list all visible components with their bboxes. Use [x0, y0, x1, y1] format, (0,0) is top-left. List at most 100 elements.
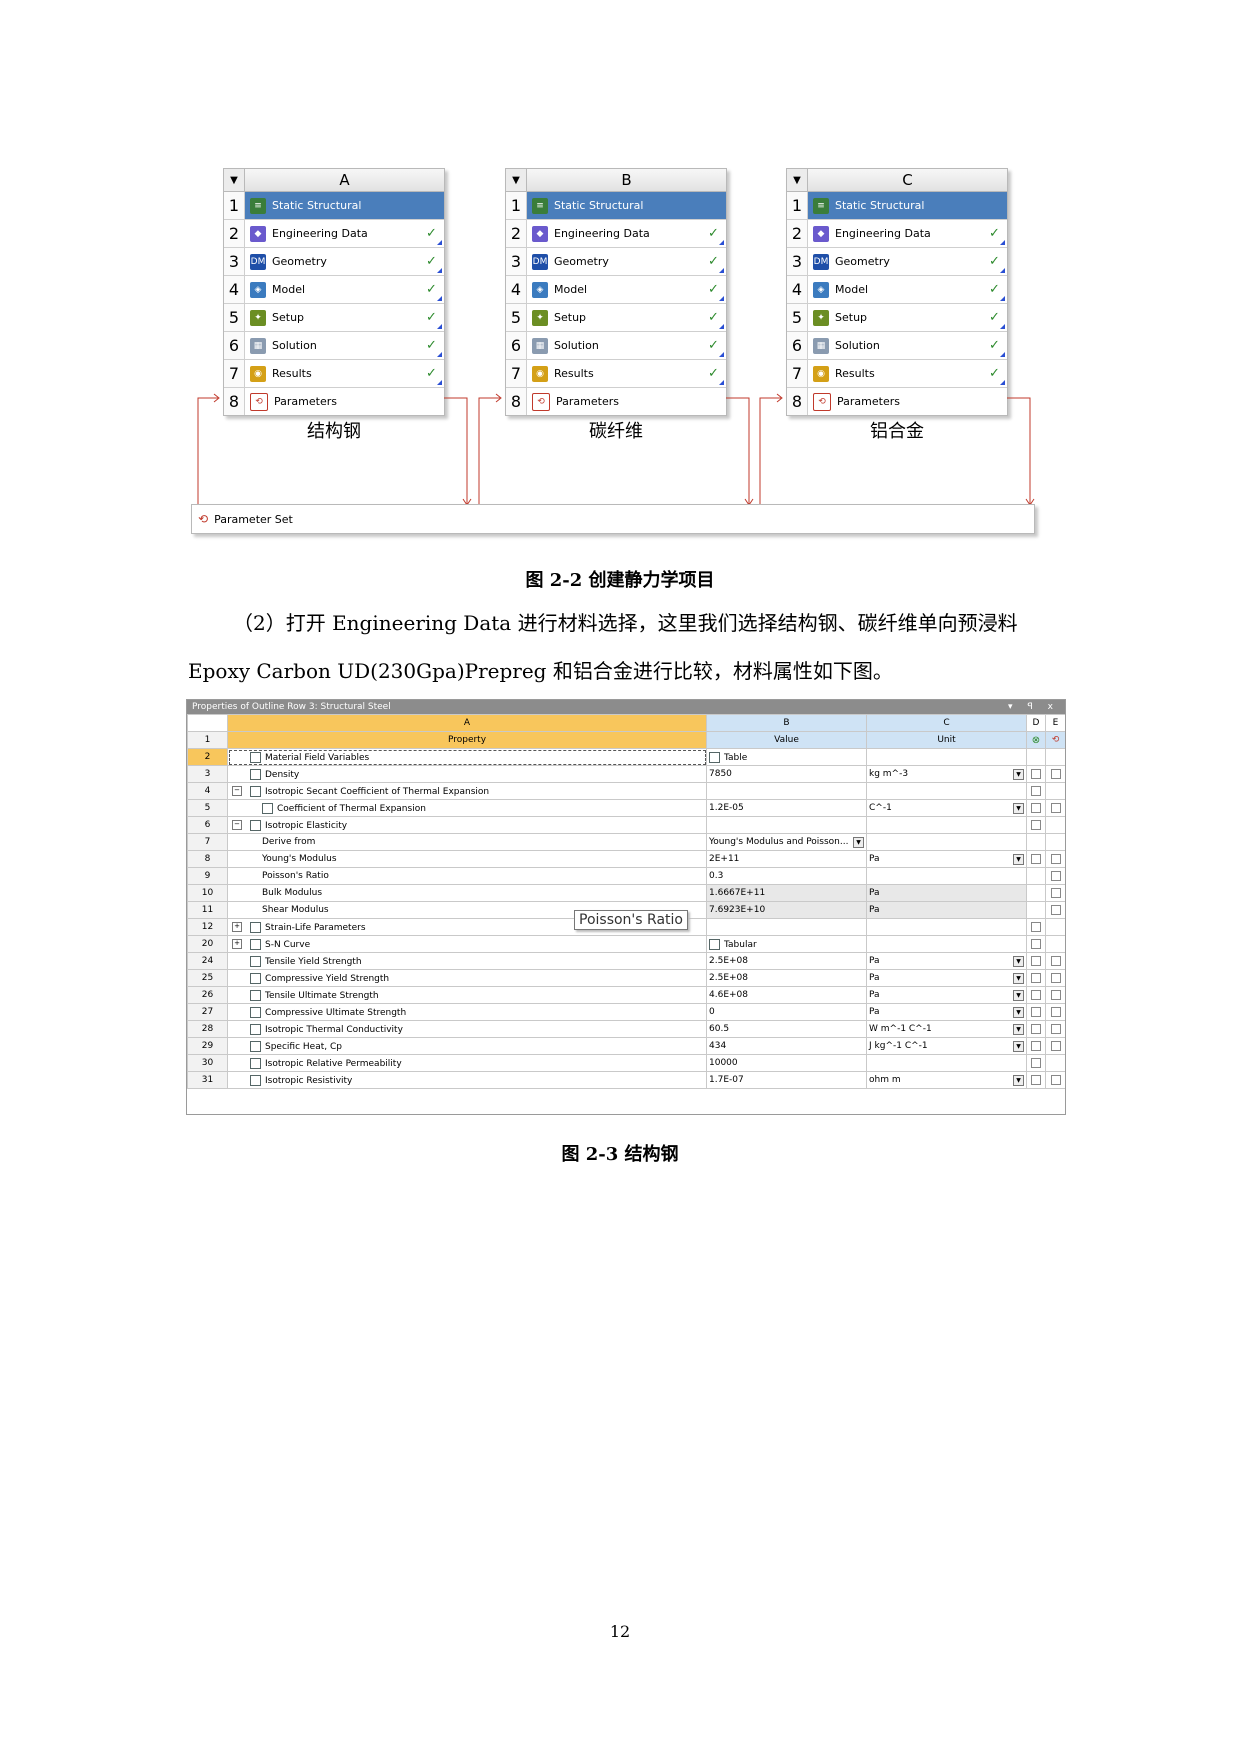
- panel-controls[interactable]: ▾ ꟼ x: [1008, 702, 1059, 712]
- table-row[interactable]: 30 Isotropic Relative Permeability 10000: [187, 1054, 1065, 1072]
- unit-dropdown-icon[interactable]: ▼: [1013, 1074, 1024, 1086]
- unit-cell[interactable]: W m^-1 C^-1 ▼: [866, 1020, 1027, 1038]
- unit-cell[interactable]: Pa: [866, 901, 1027, 919]
- parameter-checkbox[interactable]: [1050, 853, 1061, 864]
- value-cell[interactable]: 2.5E+08: [706, 952, 867, 970]
- column-d-cell[interactable]: [1026, 1037, 1046, 1055]
- property-cell[interactable]: Tensile Yield Strength: [227, 952, 707, 970]
- variable-checkbox[interactable]: [1031, 1006, 1041, 1017]
- column-e-cell[interactable]: [1045, 1020, 1065, 1038]
- unit-cell[interactable]: Pa ▼: [866, 986, 1027, 1004]
- variable-checkbox[interactable]: [1031, 921, 1041, 932]
- property-cell[interactable]: Derive from: [227, 833, 707, 851]
- table-row[interactable]: 4− Isotropic Secant Coefficient of Therma…: [187, 782, 1065, 800]
- unit-dropdown-icon[interactable]: ▼: [1013, 989, 1024, 1001]
- unit-dropdown-icon[interactable]: ▼: [1013, 802, 1024, 814]
- column-d-cell[interactable]: [1026, 1020, 1046, 1038]
- unit-cell[interactable]: [866, 748, 1027, 766]
- value-cell[interactable]: 0: [706, 1003, 867, 1021]
- column-d-cell[interactable]: [1026, 1071, 1046, 1089]
- property-cell[interactable]: Tensile Ultimate Strength: [227, 986, 707, 1004]
- property-cell[interactable]: Density: [227, 765, 707, 783]
- parameter-checkbox[interactable]: [1050, 1023, 1061, 1034]
- parameter-checkbox[interactable]: [1050, 955, 1061, 966]
- parameter-checkbox[interactable]: [1050, 1040, 1061, 1051]
- variable-checkbox[interactable]: [1031, 768, 1041, 779]
- variable-checkbox[interactable]: [1031, 819, 1041, 830]
- unit-cell[interactable]: [866, 1054, 1027, 1072]
- property-cell[interactable]: − Isotropic Secant Coefficient of Thermal…: [227, 782, 707, 800]
- property-value[interactable]: 0.3: [709, 871, 723, 881]
- property-cell[interactable]: Isotropic Thermal Conductivity: [227, 1020, 707, 1038]
- column-d-cell[interactable]: [1026, 1003, 1046, 1021]
- value-cell[interactable]: 7.6923E+10: [706, 901, 867, 919]
- unit-dropdown-icon[interactable]: ▼: [1013, 955, 1024, 967]
- expand-toggle-icon[interactable]: −: [232, 820, 242, 830]
- property-cell[interactable]: Material Field Variables: [227, 748, 707, 766]
- unit-dropdown-icon[interactable]: ▼: [1013, 853, 1024, 865]
- property-value[interactable]: 7.6923E+10: [709, 905, 765, 915]
- column-d-cell[interactable]: [1026, 799, 1046, 817]
- table-row[interactable]: 24 Tensile Yield Strength 2.5E+08 Pa ▼: [187, 952, 1065, 970]
- value-cell[interactable]: [706, 782, 867, 800]
- table-row[interactable]: 7 Derive from Young's Modulus and Poisson.…: [187, 833, 1065, 851]
- column-d-cell[interactable]: [1026, 782, 1046, 800]
- property-cell[interactable]: Coefficient of Thermal Expansion: [227, 799, 707, 817]
- column-e-cell[interactable]: [1045, 799, 1065, 817]
- value-cell[interactable]: 434: [706, 1037, 867, 1055]
- table-row[interactable]: 8 Young's Modulus 2E+11 Pa ▼: [187, 850, 1065, 868]
- column-d-header[interactable]: D: [1026, 714, 1046, 732]
- property-value[interactable]: 0: [709, 1007, 715, 1017]
- property-value[interactable]: Table: [724, 753, 747, 763]
- unit-cell[interactable]: [866, 782, 1027, 800]
- value-cell[interactable]: Tabular: [706, 935, 867, 953]
- table-row[interactable]: 25 Compressive Yield Strength 2.5E+08 Pa ▼: [187, 969, 1065, 987]
- column-a-header[interactable]: A: [227, 714, 707, 732]
- property-value[interactable]: Young's Modulus and Poisson...: [709, 837, 848, 847]
- property-value[interactable]: 10000: [709, 1058, 738, 1068]
- column-e-cell[interactable]: [1045, 1071, 1065, 1089]
- column-d-cell[interactable]: [1026, 884, 1046, 902]
- value-cell[interactable]: Young's Modulus and Poisson... ▼: [706, 833, 867, 851]
- unit-dropdown-icon[interactable]: ▼: [1013, 1040, 1024, 1052]
- table-row[interactable]: 9 Poisson's Ratio 0.3: [187, 867, 1065, 885]
- table-row[interactable]: 20 + S-N Curve Tabular: [187, 935, 1065, 953]
- column-d-cell[interactable]: [1026, 969, 1046, 987]
- column-e-cell[interactable]: [1045, 816, 1065, 834]
- value-cell[interactable]: 0.3: [706, 867, 867, 885]
- column-e-cell[interactable]: [1045, 935, 1065, 953]
- column-e-cell[interactable]: [1045, 969, 1065, 987]
- property-cell[interactable]: Compressive Ultimate Strength: [227, 1003, 707, 1021]
- variable-checkbox[interactable]: [1031, 1040, 1041, 1051]
- value-cell[interactable]: [706, 816, 867, 834]
- expand-toggle-icon[interactable]: +: [232, 939, 242, 949]
- column-e-header[interactable]: E: [1045, 714, 1065, 732]
- chevron-down-icon[interactable]: ▼: [853, 836, 864, 848]
- unit-dropdown-icon[interactable]: ▼: [1013, 1023, 1024, 1035]
- unit-cell[interactable]: [866, 833, 1027, 851]
- unit-cell[interactable]: Pa ▼: [866, 952, 1027, 970]
- column-d-cell[interactable]: [1026, 935, 1046, 953]
- parameter-checkbox[interactable]: [1050, 768, 1061, 779]
- value-cell[interactable]: 7850: [706, 765, 867, 783]
- unit-cell[interactable]: Pa: [866, 884, 1027, 902]
- parameter-checkbox[interactable]: [1050, 887, 1061, 898]
- column-b-header[interactable]: B: [706, 714, 867, 732]
- column-d-cell[interactable]: [1026, 918, 1046, 936]
- property-value[interactable]: 7850: [709, 769, 732, 779]
- table-row[interactable]: 26 Tensile Ultimate Strength 4.6E+08 Pa ▼: [187, 986, 1065, 1004]
- value-cell[interactable]: 1.2E-05: [706, 799, 867, 817]
- value-cell[interactable]: 60.5: [706, 1020, 867, 1038]
- unit-cell[interactable]: [866, 867, 1027, 885]
- column-d-cell[interactable]: [1026, 867, 1046, 885]
- variable-checkbox[interactable]: [1031, 1074, 1041, 1085]
- column-e-cell[interactable]: [1045, 833, 1065, 851]
- column-e-cell[interactable]: [1045, 901, 1065, 919]
- column-d-cell[interactable]: [1026, 850, 1046, 868]
- column-d-cell[interactable]: [1026, 765, 1046, 783]
- unit-dropdown-icon[interactable]: ▼: [1013, 1006, 1024, 1018]
- parameter-checkbox[interactable]: [1050, 870, 1061, 881]
- variable-checkbox[interactable]: [1031, 938, 1041, 949]
- column-d-cell[interactable]: [1026, 952, 1046, 970]
- unit-cell[interactable]: kg m^-3 ▼: [866, 765, 1027, 783]
